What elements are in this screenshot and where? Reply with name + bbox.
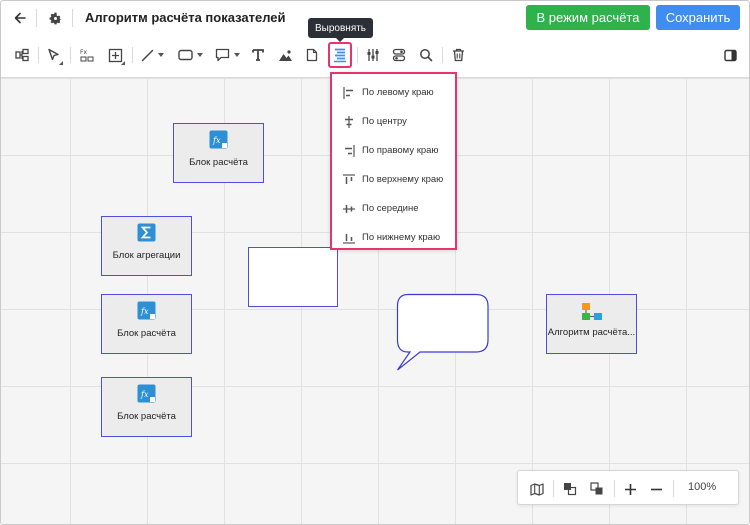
document-icon	[306, 48, 318, 62]
calc-block[interactable]: fx Блок расчёта	[101, 377, 192, 437]
sigma-icon	[137, 223, 156, 242]
distribute-tool[interactable]	[364, 43, 382, 67]
aggregation-block[interactable]: Блок агрегации	[101, 216, 192, 276]
zoom-toolbar: 100%	[517, 470, 739, 505]
arrow-left-icon	[14, 12, 26, 24]
group-icon	[392, 48, 406, 62]
delete-tool[interactable]	[449, 43, 467, 67]
editor-window: Алгоритм расчёта показателей В режим рас…	[0, 0, 750, 525]
align-left-option[interactable]: По левому краю	[332, 78, 455, 107]
align-left-icon	[343, 86, 353, 99]
block-label: Алгоритм расчёта...	[547, 327, 636, 338]
text-tool[interactable]	[249, 43, 267, 67]
hierarchy-icon	[15, 48, 29, 62]
formula-block-icon: fx	[137, 384, 156, 403]
add-block-tool[interactable]	[105, 43, 125, 67]
zoom-out-button[interactable]	[645, 478, 667, 500]
map-icon	[530, 482, 544, 496]
block-label: Блок расчёта	[117, 411, 176, 422]
header: Алгоритм расчёта показателей В режим рас…	[1, 1, 749, 35]
bring-forward-button[interactable]	[559, 478, 581, 500]
algorithm-icon	[581, 303, 602, 320]
calc-block[interactable]: fx Блок расчёта	[101, 294, 192, 354]
formula-block-icon: fx	[137, 301, 156, 320]
formula-block-icon: fx	[209, 130, 228, 149]
hierarchy-tool[interactable]	[13, 43, 31, 67]
zoom-divider	[673, 480, 674, 497]
bring-forward-icon	[564, 483, 577, 496]
empty-rectangle-shape[interactable]	[248, 247, 338, 307]
image-tool[interactable]	[276, 43, 294, 67]
send-backward-icon	[590, 482, 603, 495]
gear-icon	[49, 12, 61, 24]
minus-icon	[650, 488, 662, 490]
align-center-option[interactable]: По центру	[332, 107, 455, 136]
toolbar-divider	[70, 47, 71, 63]
formula-icon: Fx	[80, 49, 94, 62]
align-top-option[interactable]: По верхнему краю	[332, 165, 455, 194]
plus-icon	[624, 483, 636, 495]
shape-rect-icon	[177, 49, 193, 61]
toolbar-divider	[442, 47, 443, 63]
algorithm-block[interactable]: Алгоритм расчёта...	[546, 294, 637, 354]
delete-icon	[452, 48, 464, 62]
distribute-icon	[367, 49, 379, 61]
toolbar: Fx	[1, 39, 749, 71]
calc-mode-button[interactable]: В режим расчёта	[526, 5, 650, 30]
text-icon	[252, 49, 264, 61]
align-dropdown-menu: По левому краю По центру По правому краю…	[330, 72, 457, 250]
svg-text:Fx: Fx	[80, 49, 87, 56]
toolbar-divider	[132, 47, 133, 63]
zoom-divider	[614, 480, 615, 497]
zoom-divider	[553, 480, 554, 497]
pointer-tool[interactable]	[45, 43, 63, 67]
align-tool[interactable]	[328, 42, 352, 68]
align-tooltip: Выровнять	[308, 18, 374, 42]
shape-tool[interactable]	[176, 43, 204, 67]
search-icon	[420, 49, 433, 62]
panel-toggle-icon	[723, 49, 737, 61]
block-label: Блок расчёта	[189, 157, 248, 168]
zoom-in-button[interactable]	[619, 478, 641, 500]
back-button[interactable]	[9, 7, 31, 29]
align-right-icon	[345, 144, 355, 157]
comment-tool[interactable]	[213, 43, 241, 67]
zoom-level[interactable]: 100%	[688, 481, 716, 493]
calc-block[interactable]: fx Блок расчёта	[173, 123, 264, 183]
group-tool[interactable]	[390, 43, 408, 67]
svg-text:fx: fx	[212, 136, 221, 145]
search-tool[interactable]	[417, 43, 435, 67]
formula-tool[interactable]: Fx	[78, 43, 96, 67]
minimap-button[interactable]	[526, 478, 548, 500]
settings-button[interactable]	[44, 7, 66, 29]
header-divider	[72, 9, 73, 27]
header-divider	[36, 9, 37, 27]
align-bottom-option[interactable]: По нижнему краю	[332, 223, 455, 252]
document-tool[interactable]	[303, 43, 321, 67]
svg-text:fx: fx	[140, 307, 149, 316]
comment-icon	[215, 48, 229, 62]
align-top-icon	[343, 173, 355, 184]
speech-bubble-shape[interactable]	[396, 293, 492, 373]
line-icon	[141, 49, 153, 61]
line-tool[interactable]	[140, 43, 164, 67]
toolbar-divider	[357, 47, 358, 63]
pointer-icon	[48, 48, 59, 61]
block-label: Блок расчёта	[117, 328, 176, 339]
align-bottom-icon	[343, 233, 355, 244]
align-right-option[interactable]: По правому краю	[332, 136, 455, 165]
toolbar-divider	[38, 47, 39, 63]
page-title: Алгоритм расчёта показателей	[85, 10, 286, 25]
svg-text:fx: fx	[140, 390, 149, 399]
block-label: Блок агрегации	[112, 250, 181, 261]
align-middle-option[interactable]: По середине	[332, 194, 455, 223]
panel-toggle-tool[interactable]	[721, 43, 739, 67]
align-center-icon	[345, 115, 353, 128]
align-icon	[334, 48, 346, 63]
send-backward-button[interactable]	[586, 478, 608, 500]
align-middle-icon	[343, 204, 355, 213]
save-button[interactable]: Сохранить	[656, 5, 740, 30]
image-icon	[278, 49, 292, 61]
